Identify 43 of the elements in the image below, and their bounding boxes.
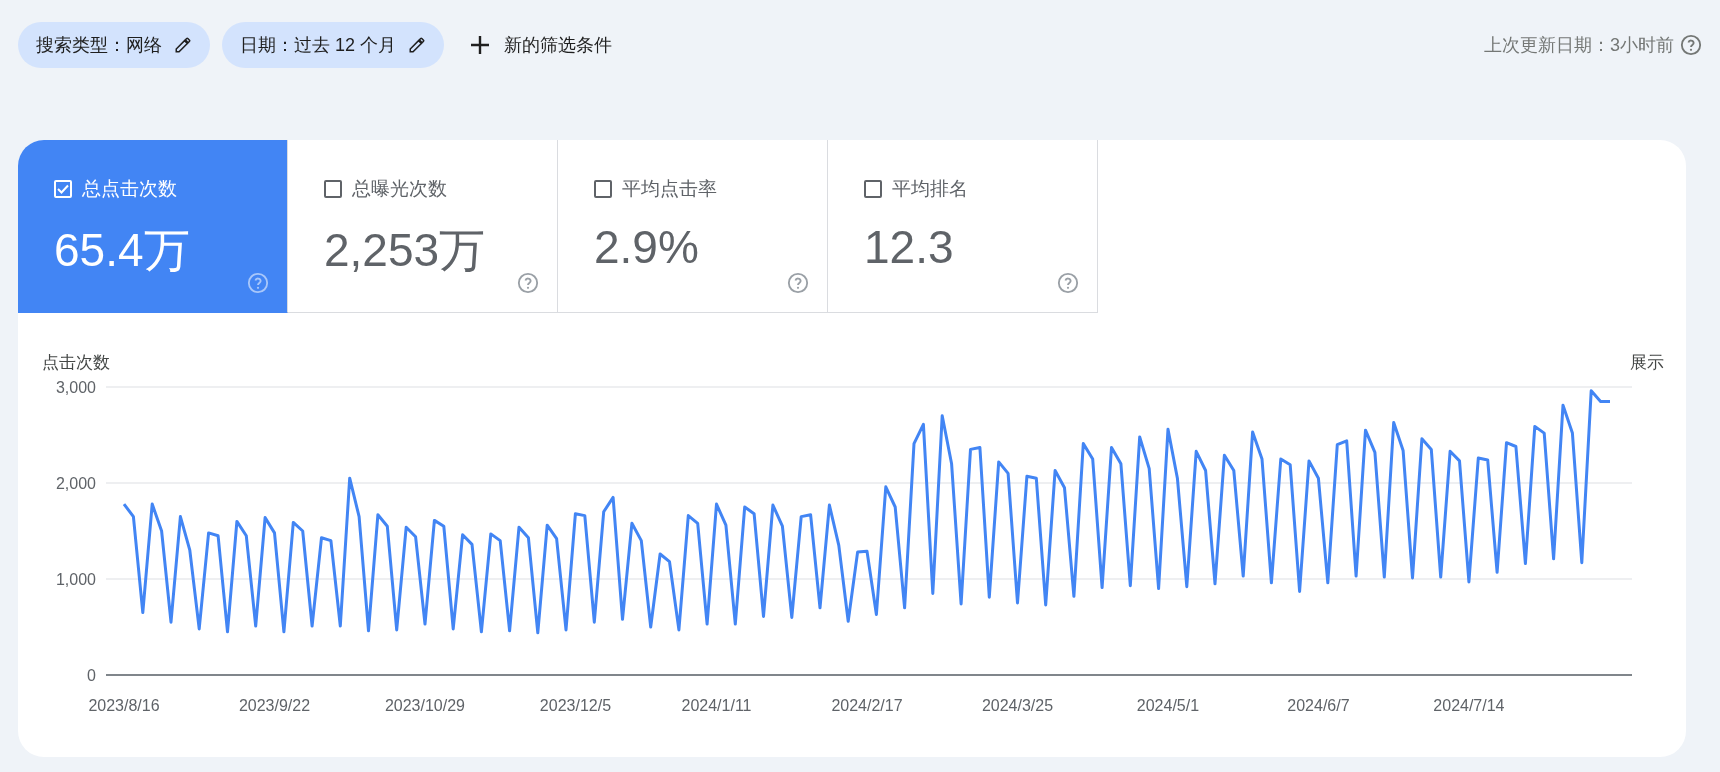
- filter-chip[interactable]: 搜索类型：网络: [18, 22, 210, 68]
- pencil-icon: [408, 36, 427, 54]
- help-icon[interactable]: [247, 272, 269, 294]
- x-tick-label: 2024/5/1: [1136, 697, 1200, 714]
- pencil-icon: [174, 36, 192, 54]
- help-icon[interactable]: [787, 272, 809, 294]
- metric-value: 2.9%: [594, 220, 700, 274]
- checkbox[interactable]: [324, 180, 342, 198]
- y-tick-label: 2,000: [55, 475, 96, 492]
- metric-value: 2,253万: [324, 223, 487, 278]
- metric-value: 12.3: [864, 220, 955, 274]
- x-tick-label: 2024/3/25: [981, 697, 1054, 714]
- y-axis-title: 点击次数: [42, 353, 110, 372]
- x-tick-label: 2024/1/11: [681, 697, 752, 714]
- checkbox[interactable]: [594, 180, 612, 198]
- metric-label: 总点击次数: [82, 177, 177, 201]
- filter-chip[interactable]: 日期：过去 12 个月: [222, 22, 445, 68]
- x-tick-label: 2024/2/17: [831, 697, 903, 714]
- metric-tile[interactable]: 总点击次数 65.4万: [18, 140, 288, 313]
- x-tick-label: 2023/8/16: [88, 697, 160, 714]
- y-tick-label: 0: [87, 667, 96, 684]
- y-tick-label: 1,000: [55, 571, 96, 588]
- plus-icon: [470, 35, 491, 55]
- new-filter-button[interactable]: 新的筛选条件: [456, 22, 627, 68]
- help-icon[interactable]: [1057, 272, 1079, 294]
- last-updated-text: 上次更新日期：3小时前: [1484, 34, 1674, 57]
- x-tick-label: 2023/9/22: [238, 697, 311, 714]
- x-tick-label: 2023/10/29: [384, 697, 465, 714]
- help-icon[interactable]: [1680, 34, 1702, 56]
- metric-tile[interactable]: 平均点击率 2.9%: [558, 140, 828, 313]
- metric-label: 总曝光次数: [352, 177, 447, 201]
- metric-label: 平均排名: [892, 177, 968, 201]
- metric-value: 65.4万: [54, 223, 191, 278]
- x-tick-label: 2023/12/5: [539, 697, 612, 714]
- metric-tile[interactable]: 平均排名 12.3: [828, 140, 1098, 313]
- secondary-axis-title: 展示: [1630, 353, 1664, 372]
- x-tick-label: 2024/7/14: [1433, 697, 1505, 714]
- y-tick-label: 3,000: [55, 379, 96, 396]
- checkbox[interactable]: [864, 180, 882, 198]
- metric-tile[interactable]: 总曝光次数 2,253万: [288, 140, 558, 313]
- help-icon[interactable]: [517, 272, 539, 294]
- x-tick-label: 2024/6/7: [1287, 697, 1350, 714]
- metric-label: 平均点击率: [622, 177, 717, 201]
